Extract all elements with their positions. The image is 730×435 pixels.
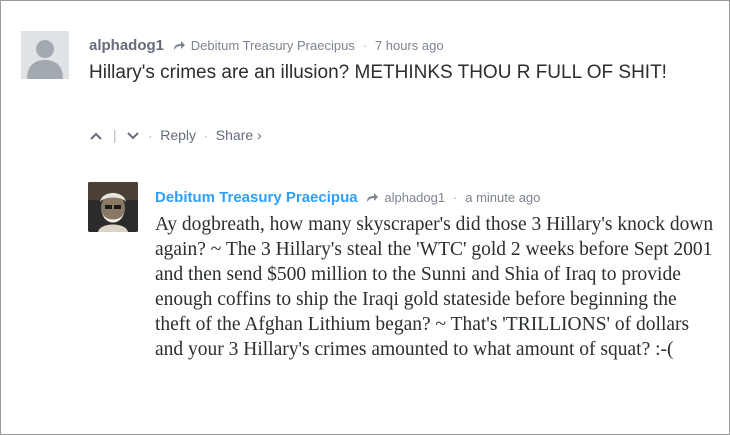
- user-photo-avatar[interactable]: [88, 182, 138, 232]
- separator: ·: [203, 129, 208, 143]
- upvote-icon[interactable]: [89, 127, 103, 145]
- comment-author[interactable]: alphadog1: [89, 37, 164, 54]
- reply-arrow-icon: [366, 189, 379, 207]
- comment-timestamp[interactable]: a minute ago: [465, 190, 540, 205]
- comment-timestamp[interactable]: 7 hours ago: [375, 38, 444, 53]
- comment-header: Debitum Treasury Praecipua alphadog1 · a…: [155, 188, 540, 207]
- vote-divider: |: [112, 127, 117, 143]
- comment-body: Hillary's crimes are an illusion? METHIN…: [89, 62, 667, 83]
- share-button[interactable]: Share ›: [216, 127, 262, 143]
- comment-actions: | · Reply · Share ›: [89, 126, 262, 145]
- comment: alphadog1 Debitum Treasury Praecipus · 7…: [1, 1, 729, 161]
- comment-body: Ay dogbreath, how many skyscraper's did …: [155, 214, 714, 360]
- comment-author[interactable]: Debitum Treasury Praecipua: [155, 189, 358, 206]
- reply-button[interactable]: Reply: [160, 127, 196, 143]
- in-reply-to-author[interactable]: alphadog1: [384, 190, 445, 205]
- separator: ·: [148, 129, 153, 143]
- comment-thread: alphadog1 Debitum Treasury Praecipus · 7…: [0, 0, 730, 435]
- comment-header: alphadog1 Debitum Treasury Praecipus · 7…: [89, 36, 444, 55]
- separator: ·: [362, 38, 368, 53]
- reply-arrow-icon: [173, 37, 185, 55]
- comment-reply: Debitum Treasury Praecipua alphadog1 · a…: [1, 161, 729, 431]
- default-avatar-icon[interactable]: [21, 31, 69, 79]
- in-reply-to-author[interactable]: Debitum Treasury Praecipus: [191, 38, 355, 53]
- downvote-icon[interactable]: [126, 127, 140, 145]
- separator: ·: [453, 190, 458, 205]
